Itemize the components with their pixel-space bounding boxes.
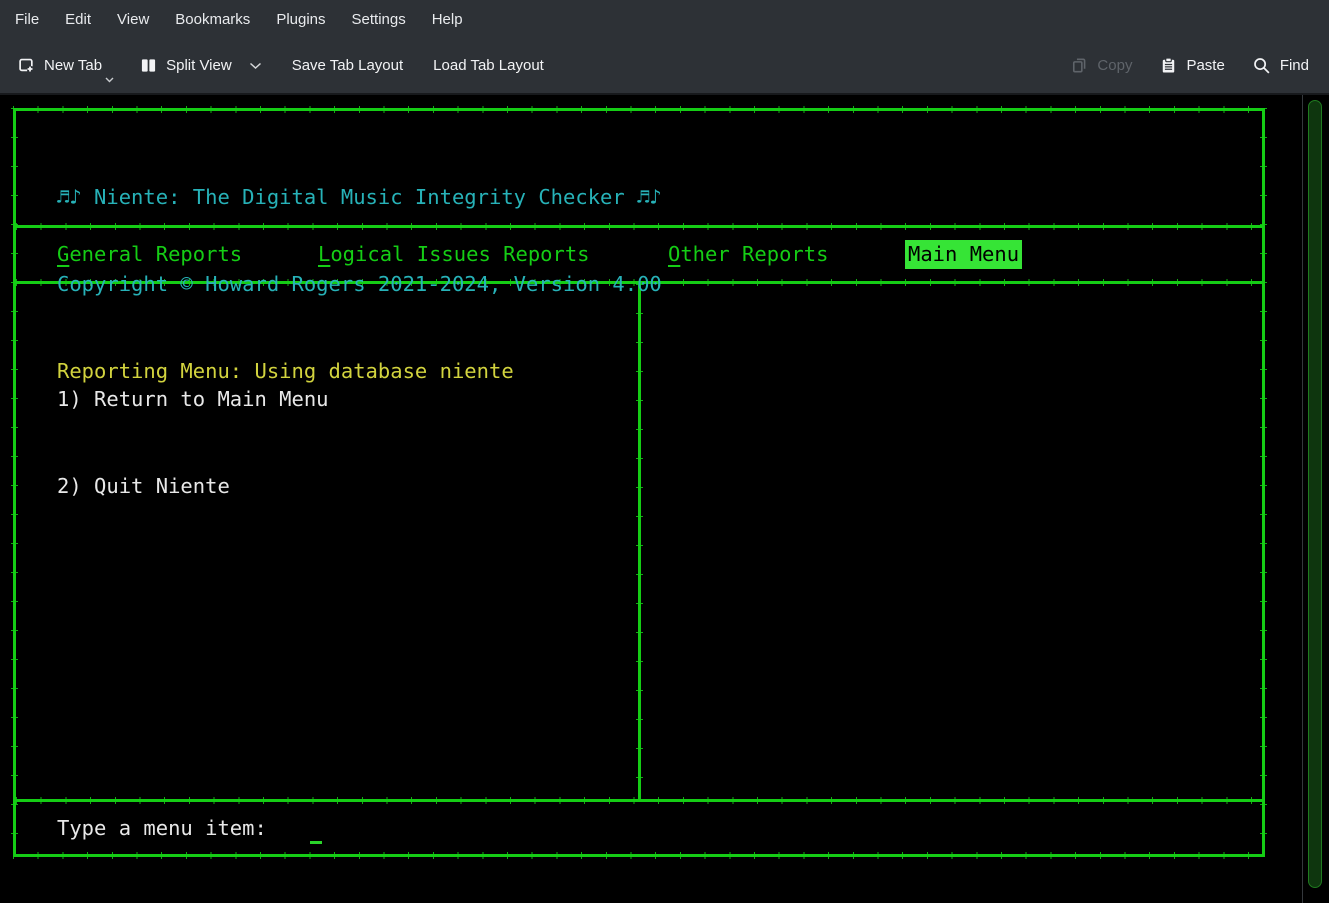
tab-label: Main Menu [908,242,1019,266]
split-view-label: Split View [166,57,232,74]
find-button[interactable]: Find [1253,57,1309,75]
copy-label: Copy [1097,57,1132,74]
konsole-window: File Edit View Bookmarks Plugins Setting… [0,0,1329,903]
load-tab-layout-label: Load Tab Layout [433,57,544,74]
tab-accel: G [57,242,69,266]
tab-accel: O [668,242,680,266]
tab-label: ogical Issues Reports [330,242,589,266]
new-tab-button[interactable]: New Tab [18,57,102,74]
load-tab-layout-button[interactable]: Load Tab Layout [433,57,544,74]
tab-main-menu[interactable]: Main Menu [905,240,1022,269]
scrollbar-separator [1302,95,1303,903]
scrollbar-track[interactable] [1300,95,1329,903]
tui-menu-row: General Reports Logical Issues Reports O… [13,240,1265,269]
tab-general-reports[interactable]: General Reports [57,240,242,269]
menu-prompt[interactable]: Type a menu item: [57,814,267,843]
tui-border-bottom [13,854,1265,857]
menu-edit[interactable]: Edit [52,0,104,38]
copyright-line: Copyright © Howard Rogers 2021-2024, Ver… [57,270,662,299]
new-tab-label: New Tab [44,57,102,74]
split-view-chevron-icon[interactable] [249,62,262,70]
menubar: File Edit View Bookmarks Plugins Setting… [0,0,1329,38]
new-tab-icon [18,57,35,74]
niente-tui: ♬♪ Niente: The Digital Music Integrity C… [13,108,1265,857]
search-icon [1253,57,1271,75]
menu-plugins[interactable]: Plugins [263,0,338,38]
paste-button[interactable]: Paste [1160,57,1224,74]
split-view-button[interactable]: Split View [140,57,262,74]
tui-border-left [13,108,16,857]
tui-divider-prompt [16,799,1262,802]
tab-logical-issues-reports[interactable]: Logical Issues Reports [318,240,590,269]
menu-settings[interactable]: Settings [339,0,419,38]
copy-button: Copy [1071,57,1132,74]
tab-other-reports[interactable]: Other Reports [668,240,828,269]
find-label: Find [1280,57,1309,74]
menu-bookmarks[interactable]: Bookmarks [162,0,263,38]
tui-border-right [1262,108,1265,857]
menu-list: 1) Return to Main Menu 2) Quit Niente [57,327,329,559]
toolbar: New Tab Split View Save Tab Layo [0,38,1329,93]
copy-icon [1071,57,1088,74]
paste-icon [1160,57,1177,74]
new-tab-dropdown-chevron-icon[interactable] [105,77,114,83]
menu-option-quit-niente[interactable]: 2) Quit Niente [57,472,329,501]
menu-file[interactable]: File [2,0,52,38]
scrollbar-thumb[interactable] [1308,100,1322,888]
tui-border-top [13,108,1265,111]
paste-label: Paste [1186,57,1224,74]
save-tab-layout-button[interactable]: Save Tab Layout [292,57,403,74]
terminal-screen[interactable]: ♬♪ Niente: The Digital Music Integrity C… [0,95,1300,903]
menu-help[interactable]: Help [419,0,476,38]
tab-label: ther Reports [680,242,828,266]
tab-accel: L [318,242,330,266]
menu-option-return-main-menu[interactable]: 1) Return to Main Menu [57,385,329,414]
text-cursor [310,841,322,844]
tab-label: eneral Reports [69,242,242,266]
menu-view[interactable]: View [104,0,162,38]
app-title: ♬♪ Niente: The Digital Music Integrity C… [57,183,662,212]
split-view-icon [140,57,157,74]
save-tab-layout-label: Save Tab Layout [292,57,403,74]
